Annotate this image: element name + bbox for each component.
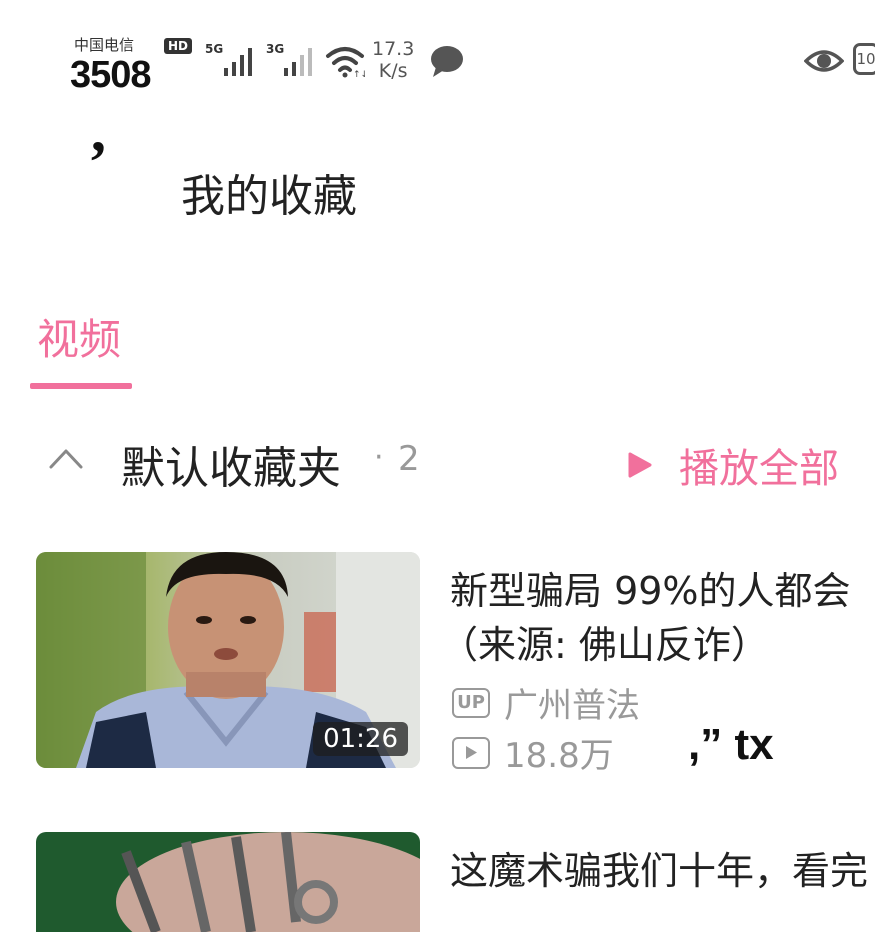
battery-indicator: 10 bbox=[853, 43, 875, 75]
speed-value: 17.3 bbox=[372, 38, 415, 60]
tab-video[interactable]: 视频 bbox=[37, 306, 121, 367]
uploader-row[interactable]: UP 广州普法 bbox=[452, 678, 640, 727]
play-box-glyph bbox=[466, 745, 477, 759]
play-box-icon bbox=[452, 736, 490, 769]
folder-name[interactable]: 默认收藏夹 bbox=[121, 432, 341, 496]
chevron-up-icon[interactable] bbox=[48, 446, 84, 470]
overlay-text: ,” tx bbox=[688, 720, 774, 769]
video-title[interactable]: 这魔术骗我们十年，看完 bbox=[450, 840, 868, 895]
network-speed: 17.3 K/s bbox=[372, 38, 414, 82]
svg-text:↑↓: ↑↓ bbox=[353, 70, 365, 78]
network-5g-label: 5G bbox=[205, 42, 224, 56]
wifi-icon: ↑↓ bbox=[326, 47, 365, 78]
video-thumbnail-image bbox=[36, 832, 420, 932]
video-title-line2[interactable]: （来源: 佛山反诈） bbox=[440, 614, 769, 669]
play-triangle-icon bbox=[628, 452, 652, 478]
tab-active-indicator bbox=[30, 383, 132, 389]
video-thumbnail[interactable]: 01:26 bbox=[36, 552, 420, 768]
message-bubble-icon bbox=[431, 46, 463, 77]
speed-unit: K/s bbox=[378, 60, 408, 82]
play-all-button[interactable]: 播放全部 bbox=[627, 436, 839, 494]
video-title[interactable]: 新型骗局 99%的人都会 bbox=[450, 560, 851, 615]
back-button[interactable]: ’ bbox=[88, 128, 108, 197]
folder-separator: · bbox=[374, 440, 384, 475]
status-time: 3508 bbox=[70, 54, 152, 96]
hd-badge: HD bbox=[164, 38, 193, 54]
up-badge-icon: UP bbox=[452, 687, 490, 718]
carrier-label: 中国电信 bbox=[74, 36, 135, 54]
video-thumbnail[interactable] bbox=[36, 832, 420, 932]
page-title: 我的收藏 bbox=[181, 171, 357, 222]
signal-bars-icon bbox=[224, 48, 252, 76]
view-count: 18.8万 bbox=[504, 736, 614, 776]
play-all-label: 播放全部 bbox=[679, 446, 839, 492]
folder-count: 2 bbox=[398, 439, 420, 479]
views-row: 18.8万 bbox=[452, 728, 614, 777]
uploader-name: 广州普法 bbox=[504, 686, 640, 726]
signal-bars-icon bbox=[284, 48, 312, 76]
video-duration: 01:26 bbox=[313, 722, 408, 756]
eye-icon bbox=[804, 50, 844, 72]
